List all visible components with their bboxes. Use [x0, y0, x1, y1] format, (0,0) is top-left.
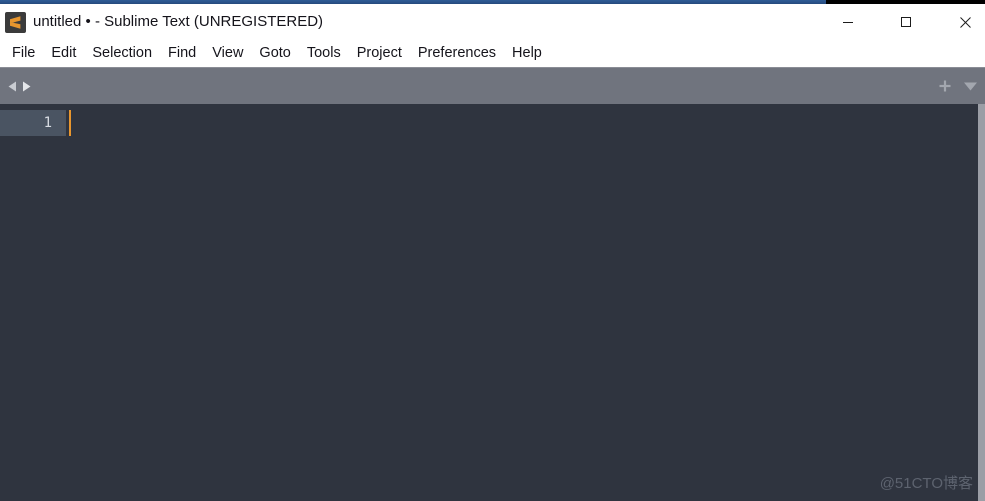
- menu-item-help[interactable]: Help: [504, 40, 550, 67]
- triangle-left-icon[interactable]: [7, 80, 18, 93]
- menu-item-project[interactable]: Project: [349, 40, 410, 67]
- editor-area[interactable]: 1 @51CTO博客: [0, 104, 985, 501]
- vertical-scrollbar[interactable]: [978, 104, 985, 501]
- menu-item-file[interactable]: File: [4, 40, 43, 67]
- text-caret: [69, 110, 71, 136]
- close-button[interactable]: [942, 4, 985, 40]
- menu-item-preferences[interactable]: Preferences: [410, 40, 504, 67]
- menu-item-view[interactable]: View: [204, 40, 251, 67]
- plus-icon[interactable]: [938, 79, 952, 93]
- sublime-text-window: untitled • - Sublime Text (UNREGISTERED)…: [0, 0, 985, 501]
- minimize-button[interactable]: [825, 4, 871, 40]
- tab-bar-tools: [938, 68, 978, 104]
- title-bar[interactable]: untitled • - Sublime Text (UNREGISTERED): [0, 4, 985, 40]
- window-title: untitled • - Sublime Text (UNREGISTERED): [33, 13, 324, 30]
- sublime-text-logo-icon: [5, 12, 26, 33]
- tab-scroll-controls: [7, 68, 32, 104]
- menu-item-find[interactable]: Find: [160, 40, 204, 67]
- menu-item-goto[interactable]: Goto: [251, 40, 298, 67]
- tab-bar: [0, 67, 985, 105]
- watermark-label: @51CTO博客: [879, 475, 973, 492]
- menu-item-tools[interactable]: Tools: [299, 40, 349, 67]
- triangle-right-icon[interactable]: [21, 80, 32, 93]
- maximize-button[interactable]: [883, 4, 929, 40]
- menu-item-selection[interactable]: Selection: [84, 40, 160, 67]
- menu-bar: File Edit Selection Find View Goto Tools…: [0, 40, 985, 67]
- line-number-1: 1: [43, 115, 52, 131]
- menu-item-edit[interactable]: Edit: [43, 40, 84, 67]
- chevron-down-icon[interactable]: [963, 81, 978, 92]
